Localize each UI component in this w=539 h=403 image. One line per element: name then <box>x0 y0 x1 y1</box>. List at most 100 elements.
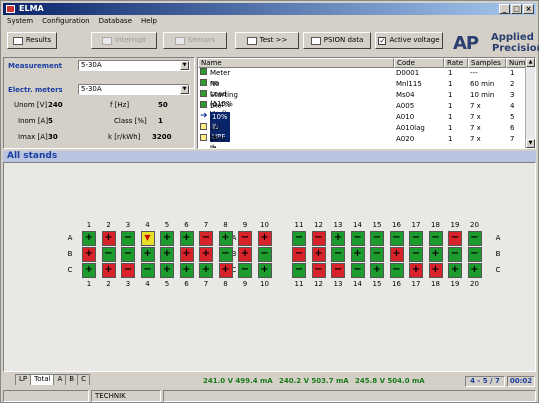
tab-lp[interactable]: LP <box>15 374 32 385</box>
meter-position-cell[interactable]: + <box>82 247 96 262</box>
interrupt-button[interactable]: Interrupt <box>91 32 157 49</box>
test-button[interactable]: Test >> <box>235 32 299 49</box>
meter-position-cell[interactable]: − <box>370 247 384 262</box>
meter-position-cell[interactable]: + <box>238 247 252 262</box>
meter-position-cell[interactable]: + <box>101 263 116 278</box>
table-scrollbar[interactable]: ▲ ▼ <box>525 58 535 148</box>
chevron-down-icon[interactable]: ▼ <box>180 61 189 70</box>
meter-position-cell[interactable]: − <box>350 231 365 246</box>
meter-position-cell[interactable]: + <box>82 263 96 278</box>
checkbox-empty-icon[interactable] <box>200 123 207 130</box>
meter-position-cell[interactable]: + <box>467 263 482 278</box>
meter-position-cell[interactable]: ▼ <box>140 231 155 246</box>
meter-position-cell[interactable]: − <box>448 247 462 262</box>
scroll-up-icon[interactable]: ▲ <box>526 58 535 67</box>
meter-position-cell[interactable]: − <box>350 263 365 278</box>
checkbox-checked-icon[interactable] <box>200 101 207 108</box>
col-header-rate[interactable]: Rate <box>444 58 468 68</box>
table-row[interactable]: 10 % Ib 0.5 LAGA010lag17 x6 <box>198 123 527 148</box>
menu-database[interactable]: Database <box>99 16 132 27</box>
table-row[interactable]: No Load (115% Vref)Mnl115160 min2 <box>198 79 527 118</box>
menu-configuration[interactable]: Configuration <box>42 16 89 27</box>
meter-position-cell[interactable]: + <box>428 247 443 262</box>
meter-position-cell[interactable]: − <box>199 231 213 246</box>
meter-position-cell[interactable]: + <box>257 263 272 278</box>
meter-position-cell[interactable]: + <box>82 231 96 246</box>
checkbox-empty-icon[interactable] <box>200 134 207 141</box>
meter-position-cell[interactable]: − <box>121 247 135 262</box>
meter-position-cell[interactable]: − <box>467 231 482 246</box>
meter-position-cell[interactable]: + <box>160 247 174 262</box>
meter-position-cell[interactable]: + <box>179 231 194 246</box>
meter-position-cell[interactable]: + <box>350 247 365 262</box>
col-header-samples[interactable]: Samples <box>468 58 506 68</box>
menu-system[interactable]: System <box>7 16 33 27</box>
meter-position-cell[interactable]: + <box>409 263 423 278</box>
col-header-name[interactable]: Name <box>198 58 394 68</box>
meter-position-cell[interactable]: − <box>389 263 404 278</box>
tab-c[interactable]: C <box>77 374 90 385</box>
meter-position-cell[interactable]: − <box>467 247 482 262</box>
meter-position-cell[interactable]: − <box>121 263 135 278</box>
table-row[interactable]: ➜ 10% Ib UPF A010 1 7 x5 <box>198 112 527 142</box>
meter-position-cell[interactable]: + <box>218 231 233 246</box>
maximize-button[interactable]: □ <box>511 4 522 14</box>
meter-position-cell[interactable]: − <box>238 231 252 246</box>
active-voltage-toggle[interactable]: ✓ Active voltage <box>375 32 443 49</box>
meter-position-cell[interactable]: + <box>199 247 213 262</box>
table-row[interactable]: Meter no D0001 1 --- 1 <box>198 68 527 87</box>
meter-position-cell[interactable]: − <box>428 231 443 246</box>
active-voltage-checkbox[interactable]: ✓ <box>378 36 387 45</box>
meter-position-cell[interactable]: − <box>331 247 345 262</box>
checkbox-checked-icon[interactable] <box>200 90 207 97</box>
meter-position-cell[interactable]: − <box>389 231 404 246</box>
meter-position-cell[interactable]: + <box>101 231 116 246</box>
col-header-number[interactable]: Number <box>506 58 535 68</box>
meter-position-cell[interactable]: − <box>218 247 233 262</box>
meter-position-cell[interactable]: + <box>160 231 174 246</box>
meter-position-cell[interactable]: − <box>409 231 423 246</box>
table-row[interactable]: Starting (0.4% Ib)Ms04110 min3 <box>198 90 527 119</box>
close-button[interactable]: × <box>523 4 534 14</box>
meter-position-cell[interactable]: − <box>292 231 306 246</box>
table-row[interactable]: 5% Ib UPFA00517 x4 <box>198 101 527 130</box>
meter-position-cell[interactable]: + <box>179 247 194 262</box>
meter-position-cell[interactable]: − <box>331 263 345 278</box>
meter-position-cell[interactable]: − <box>101 247 116 262</box>
checkbox-checked-icon[interactable] <box>200 68 207 75</box>
tab-total[interactable]: Total <box>30 374 55 385</box>
results-button[interactable]: Results <box>7 32 57 49</box>
meter-position-cell[interactable]: + <box>199 263 213 278</box>
sensors-button[interactable]: Sensors <box>163 32 227 49</box>
meter-position-cell[interactable]: − <box>292 247 306 262</box>
meter-position-cell[interactable]: − <box>409 247 423 262</box>
col-header-code[interactable]: Code <box>394 58 444 68</box>
meter-position-cell[interactable]: − <box>370 231 384 246</box>
meter-position-cell[interactable]: − <box>140 263 155 278</box>
meter-position-cell[interactable]: − <box>311 231 326 246</box>
meter-position-cell[interactable]: − <box>311 263 326 278</box>
meter-position-cell[interactable]: − <box>257 247 272 262</box>
meter-position-cell[interactable]: + <box>218 263 233 278</box>
menu-help[interactable]: Help <box>141 16 157 27</box>
meter-position-cell[interactable]: + <box>160 263 174 278</box>
meter-position-cell[interactable]: − <box>121 231 135 246</box>
meter-position-cell[interactable]: + <box>140 247 155 262</box>
meter-position-cell[interactable]: + <box>331 231 345 246</box>
meter-position-cell[interactable]: + <box>428 263 443 278</box>
meter-position-cell[interactable]: + <box>311 247 326 262</box>
meter-position-cell[interactable]: − <box>292 263 306 278</box>
meter-position-cell[interactable]: + <box>448 263 462 278</box>
chevron-down-icon[interactable]: ▼ <box>180 85 189 94</box>
measurement-select[interactable]: 5-30A ▼ <box>78 60 190 71</box>
meter-position-cell[interactable]: − <box>448 231 462 246</box>
minimize-button[interactable]: _ <box>499 4 510 14</box>
meter-position-cell[interactable]: + <box>257 231 272 246</box>
meter-position-cell[interactable]: + <box>389 247 404 262</box>
scroll-down-icon[interactable]: ▼ <box>526 139 535 148</box>
table-row[interactable]: 20% Ib UPF A020 1 7 x 7 <box>198 134 527 148</box>
checkbox-checked-icon[interactable] <box>200 79 207 86</box>
psion-data-button[interactable]: PSION data <box>303 32 371 49</box>
meter-position-cell[interactable]: + <box>370 263 384 278</box>
meters-select[interactable]: 5-30A ▼ <box>78 84 190 95</box>
